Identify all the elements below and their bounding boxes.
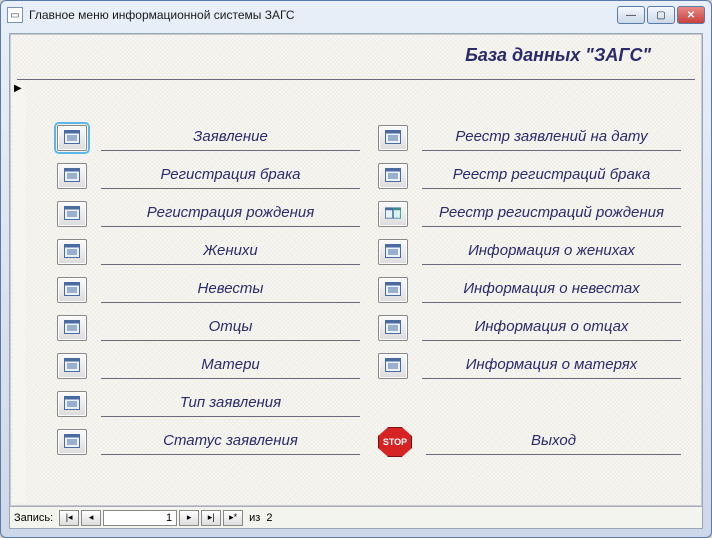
menu-row: Женихи xyxy=(57,233,360,271)
stop-icon[interactable]: STOP xyxy=(378,427,412,457)
menu-row: Информация о невестах xyxy=(378,271,681,309)
menu-row: Отцы xyxy=(57,309,360,347)
menu-row: Матери xyxy=(57,347,360,385)
form-icon[interactable] xyxy=(57,429,87,455)
form-icon[interactable] xyxy=(378,239,408,265)
app-icon: ▭ xyxy=(7,7,23,23)
nav-next-button[interactable]: ▸ xyxy=(179,510,199,526)
form-content: База данных "ЗАГС" Заявление Регистрация … xyxy=(9,33,703,529)
menu-item-label[interactable]: Невесты xyxy=(101,277,360,303)
menu-row: STOP Выход xyxy=(378,423,681,461)
nav-new-button[interactable]: ▸* xyxy=(223,510,243,526)
form-icon[interactable] xyxy=(57,239,87,265)
record-label: Запись: xyxy=(14,512,53,524)
nav-last-button[interactable]: ▸| xyxy=(201,510,221,526)
menu-item-label[interactable]: Отцы xyxy=(101,315,360,341)
form-icon[interactable] xyxy=(378,315,408,341)
titlebar: ▭ Главное меню информационной системы ЗА… xyxy=(1,1,711,29)
menu-row: Реестр заявлений на дату xyxy=(378,119,681,157)
menu-row: Тип заявления xyxy=(57,385,360,423)
menu-row: Информация о матерях xyxy=(378,347,681,385)
menu-item-label[interactable]: Заявление xyxy=(101,125,360,151)
menu-row: Статус заявления xyxy=(57,423,360,461)
left-column: Заявление Регистрация брака Регистрация ро… xyxy=(57,119,360,461)
menu-item-label[interactable]: Выход xyxy=(426,429,681,455)
window-controls: — ▢ ✕ xyxy=(617,6,705,24)
form-icon[interactable] xyxy=(57,201,87,227)
nav-first-button[interactable]: |◂ xyxy=(59,510,79,526)
menu-row xyxy=(378,385,681,423)
menu-item-label[interactable]: Информация о женихах xyxy=(422,239,681,265)
close-button[interactable]: ✕ xyxy=(677,6,705,24)
menu-item-label[interactable]: Реестр регистраций рождения xyxy=(422,201,681,227)
menu-row: Невесты xyxy=(57,271,360,309)
menu-row: Регистрация рождения xyxy=(57,195,360,233)
menu-row: Регистрация брака xyxy=(57,157,360,195)
menu-item-label[interactable]: Информация о отцах xyxy=(422,315,681,341)
record-selector[interactable] xyxy=(13,83,25,503)
page-title: База данных "ЗАГС" xyxy=(465,45,651,66)
nav-prev-button[interactable]: ◂ xyxy=(81,510,101,526)
menu-grid: Заявление Регистрация брака Регистрация ро… xyxy=(57,119,681,461)
minimize-button[interactable]: — xyxy=(617,6,645,24)
form-icon[interactable] xyxy=(57,125,87,151)
record-number-input[interactable] xyxy=(103,510,177,526)
menu-item-label[interactable]: Матери xyxy=(101,353,360,379)
menu-item-label[interactable]: Реестр регистраций брака xyxy=(422,163,681,189)
form-icon[interactable] xyxy=(57,353,87,379)
report2-icon[interactable] xyxy=(378,201,408,227)
menu-row: Информация о отцах xyxy=(378,309,681,347)
form-icon[interactable] xyxy=(378,277,408,303)
menu-row: Информация о женихах xyxy=(378,233,681,271)
report-icon[interactable] xyxy=(378,125,408,151)
form-icon[interactable] xyxy=(57,315,87,341)
form-icon[interactable] xyxy=(57,391,87,417)
menu-item-label[interactable]: Реестр заявлений на дату xyxy=(422,125,681,151)
divider xyxy=(17,79,695,80)
menu-item-label[interactable]: Статус заявления xyxy=(101,429,360,455)
form-icon[interactable] xyxy=(378,353,408,379)
menu-item-label[interactable]: Тип заявления xyxy=(101,391,360,417)
form-icon[interactable] xyxy=(57,277,87,303)
menu-row: Реестр регистраций брака xyxy=(378,157,681,195)
menu-item-label[interactable]: Женихи xyxy=(101,239,360,265)
form-icon[interactable] xyxy=(57,163,87,189)
app-window: ▭ Главное меню информационной системы ЗА… xyxy=(0,0,712,538)
menu-item-label[interactable]: Регистрация брака xyxy=(101,163,360,189)
window-title: Главное меню информационной системы ЗАГС xyxy=(29,8,295,22)
right-column: Реестр заявлений на дату Реестр регистрац… xyxy=(378,119,681,461)
menu-row: Заявление xyxy=(57,119,360,157)
report-icon[interactable] xyxy=(378,163,408,189)
menu-item-label[interactable]: Информация о матерях xyxy=(422,353,681,379)
of-label: из xyxy=(249,512,260,524)
record-total: 2 xyxy=(266,512,272,524)
form-body: База данных "ЗАГС" Заявление Регистрация … xyxy=(10,34,702,506)
menu-item-label[interactable]: Регистрация рождения xyxy=(101,201,360,227)
record-navigator: Запись: |◂ ◂ ▸ ▸| ▸* из 2 xyxy=(10,506,702,528)
menu-row: Реестр регистраций рождения xyxy=(378,195,681,233)
menu-item-label[interactable]: Информация о невестах xyxy=(422,277,681,303)
maximize-button[interactable]: ▢ xyxy=(647,6,675,24)
